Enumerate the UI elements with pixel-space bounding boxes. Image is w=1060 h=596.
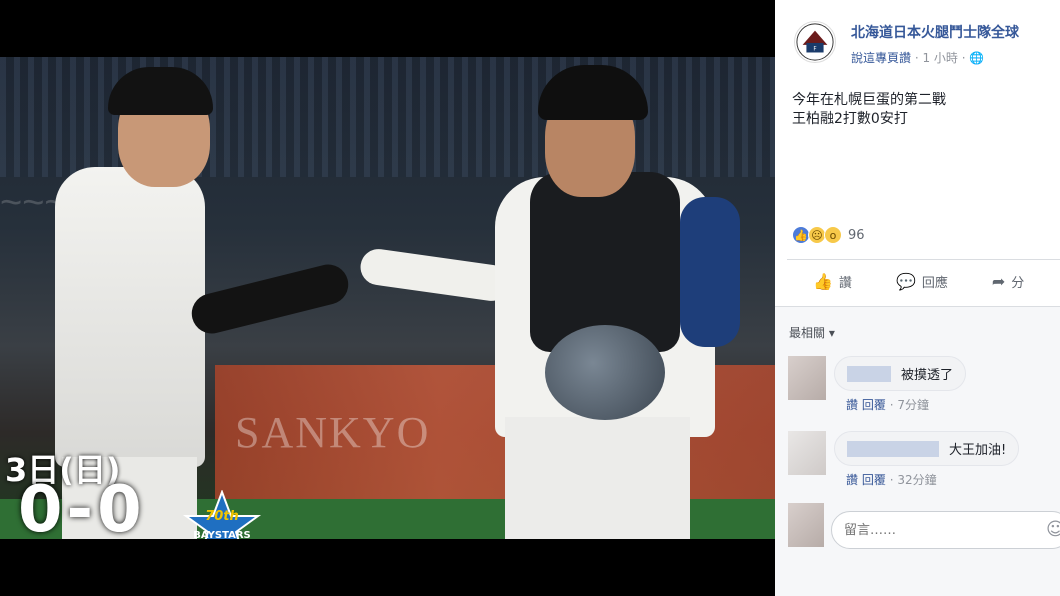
comment-reply-link[interactable]: 回覆 <box>862 398 886 412</box>
share-button[interactable]: ➦ 分 <box>992 272 1024 291</box>
recommend-link[interactable]: 說這專頁讚 <box>851 51 911 65</box>
like-label: 讚 <box>838 276 852 291</box>
logo-badge-text: 70th <box>205 509 239 524</box>
comment-like-link[interactable]: 讚 <box>846 398 858 412</box>
reaction-count: 96 <box>848 227 865 243</box>
comment-actions: 讚 回覆 · 7分鐘 <box>846 396 929 413</box>
post-photo[interactable]: ~~~~~~ SANKYO 3日(日) 0-0 70th BAYSTARS <box>0 57 775 539</box>
wow-icon: o <box>824 226 842 244</box>
svg-text:F: F <box>813 47 816 53</box>
post-meta: 說這專頁讚 · 1 小時 · 🌐 <box>851 49 984 66</box>
comment-time[interactable]: · 7分鐘 <box>890 398 929 412</box>
comment-icon: 💬 <box>895 272 916 291</box>
post-text: 今年在札幌巨蛋的第二戰 王柏融2打數0安打 <box>792 91 946 129</box>
post-actions: 👍 讚 💬 回應 ➦ 分 <box>813 272 1060 291</box>
facebook-post-panel: F 北海道日本火腿鬥士隊全球 說這專頁讚 · 1 小時 · 🌐 今年在札幌巨蛋的… <box>775 0 1060 596</box>
share-icon: ➦ <box>991 272 1006 291</box>
pitcher-arm <box>187 260 353 338</box>
comment-time[interactable]: · 32分鐘 <box>890 473 937 487</box>
commenter-name-blurred[interactable] <box>847 440 939 457</box>
comment-bubble: 被摸透了 <box>834 356 967 391</box>
baystars-logo-icon: 70th BAYSTARS <box>182 490 262 539</box>
comment-bubble: 大王加油! <box>834 431 1020 466</box>
comment-text: 被摸透了 <box>901 368 954 383</box>
comment-text: 大王加油! <box>949 443 1007 458</box>
comment-like-link[interactable]: 讚 <box>846 473 858 487</box>
screenshot-root: ~~~~~~ SANKYO 3日(日) 0-0 70th BAYSTARS <box>0 0 1060 596</box>
like-button[interactable]: 👍 讚 <box>813 272 852 291</box>
divider <box>787 259 1060 260</box>
smile-icon[interactable]: ☺ <box>1046 519 1060 540</box>
reactions-summary[interactable]: 👍 ☹ o 96 <box>792 226 865 244</box>
post-line-2: 王柏融2打數0安打 <box>792 111 908 127</box>
logo-team-text: BAYSTARS <box>193 530 251 539</box>
comment-button[interactable]: 💬 回應 <box>896 272 948 291</box>
pitcher-jersey <box>55 167 205 467</box>
crowd-background <box>0 57 775 177</box>
comment-input[interactable] <box>831 511 1060 549</box>
avatar[interactable] <box>788 356 826 400</box>
comment-actions: 讚 回覆 · 32分鐘 <box>846 471 937 488</box>
banner-text: SANKYO <box>235 408 431 457</box>
page-name-link[interactable]: 北海道日本火腿鬥士隊全球 <box>851 22 1019 42</box>
catcher-pants <box>505 417 690 539</box>
post-time[interactable]: · 1 小時 · <box>915 51 966 65</box>
globe-icon: 🌐 <box>969 51 985 65</box>
catcher-mitt <box>545 325 665 420</box>
score-result: 0-0 <box>18 473 146 539</box>
comment-label: 回應 <box>921 276 948 291</box>
comment-reply-link[interactable]: 回覆 <box>862 473 886 487</box>
avatar[interactable] <box>788 431 826 475</box>
comments-section: 最相關 ▾ 被摸透了 讚 回覆 · 7分鐘 大王加油! 讚 回覆 · 32分鐘 … <box>775 307 1060 596</box>
share-label: 分 <box>1011 276 1025 291</box>
thumbs-up-icon: 👍 <box>813 272 833 291</box>
page-avatar[interactable]: F <box>794 21 836 63</box>
catcher-arm <box>358 246 512 304</box>
catcher-sleeve <box>680 197 740 347</box>
commenter-name-blurred[interactable] <box>847 365 891 382</box>
comment-sort-dropdown[interactable]: 最相關 ▾ <box>789 324 835 341</box>
post-line-1: 今年在札幌巨蛋的第二戰 <box>792 92 946 108</box>
avatar <box>788 503 824 547</box>
